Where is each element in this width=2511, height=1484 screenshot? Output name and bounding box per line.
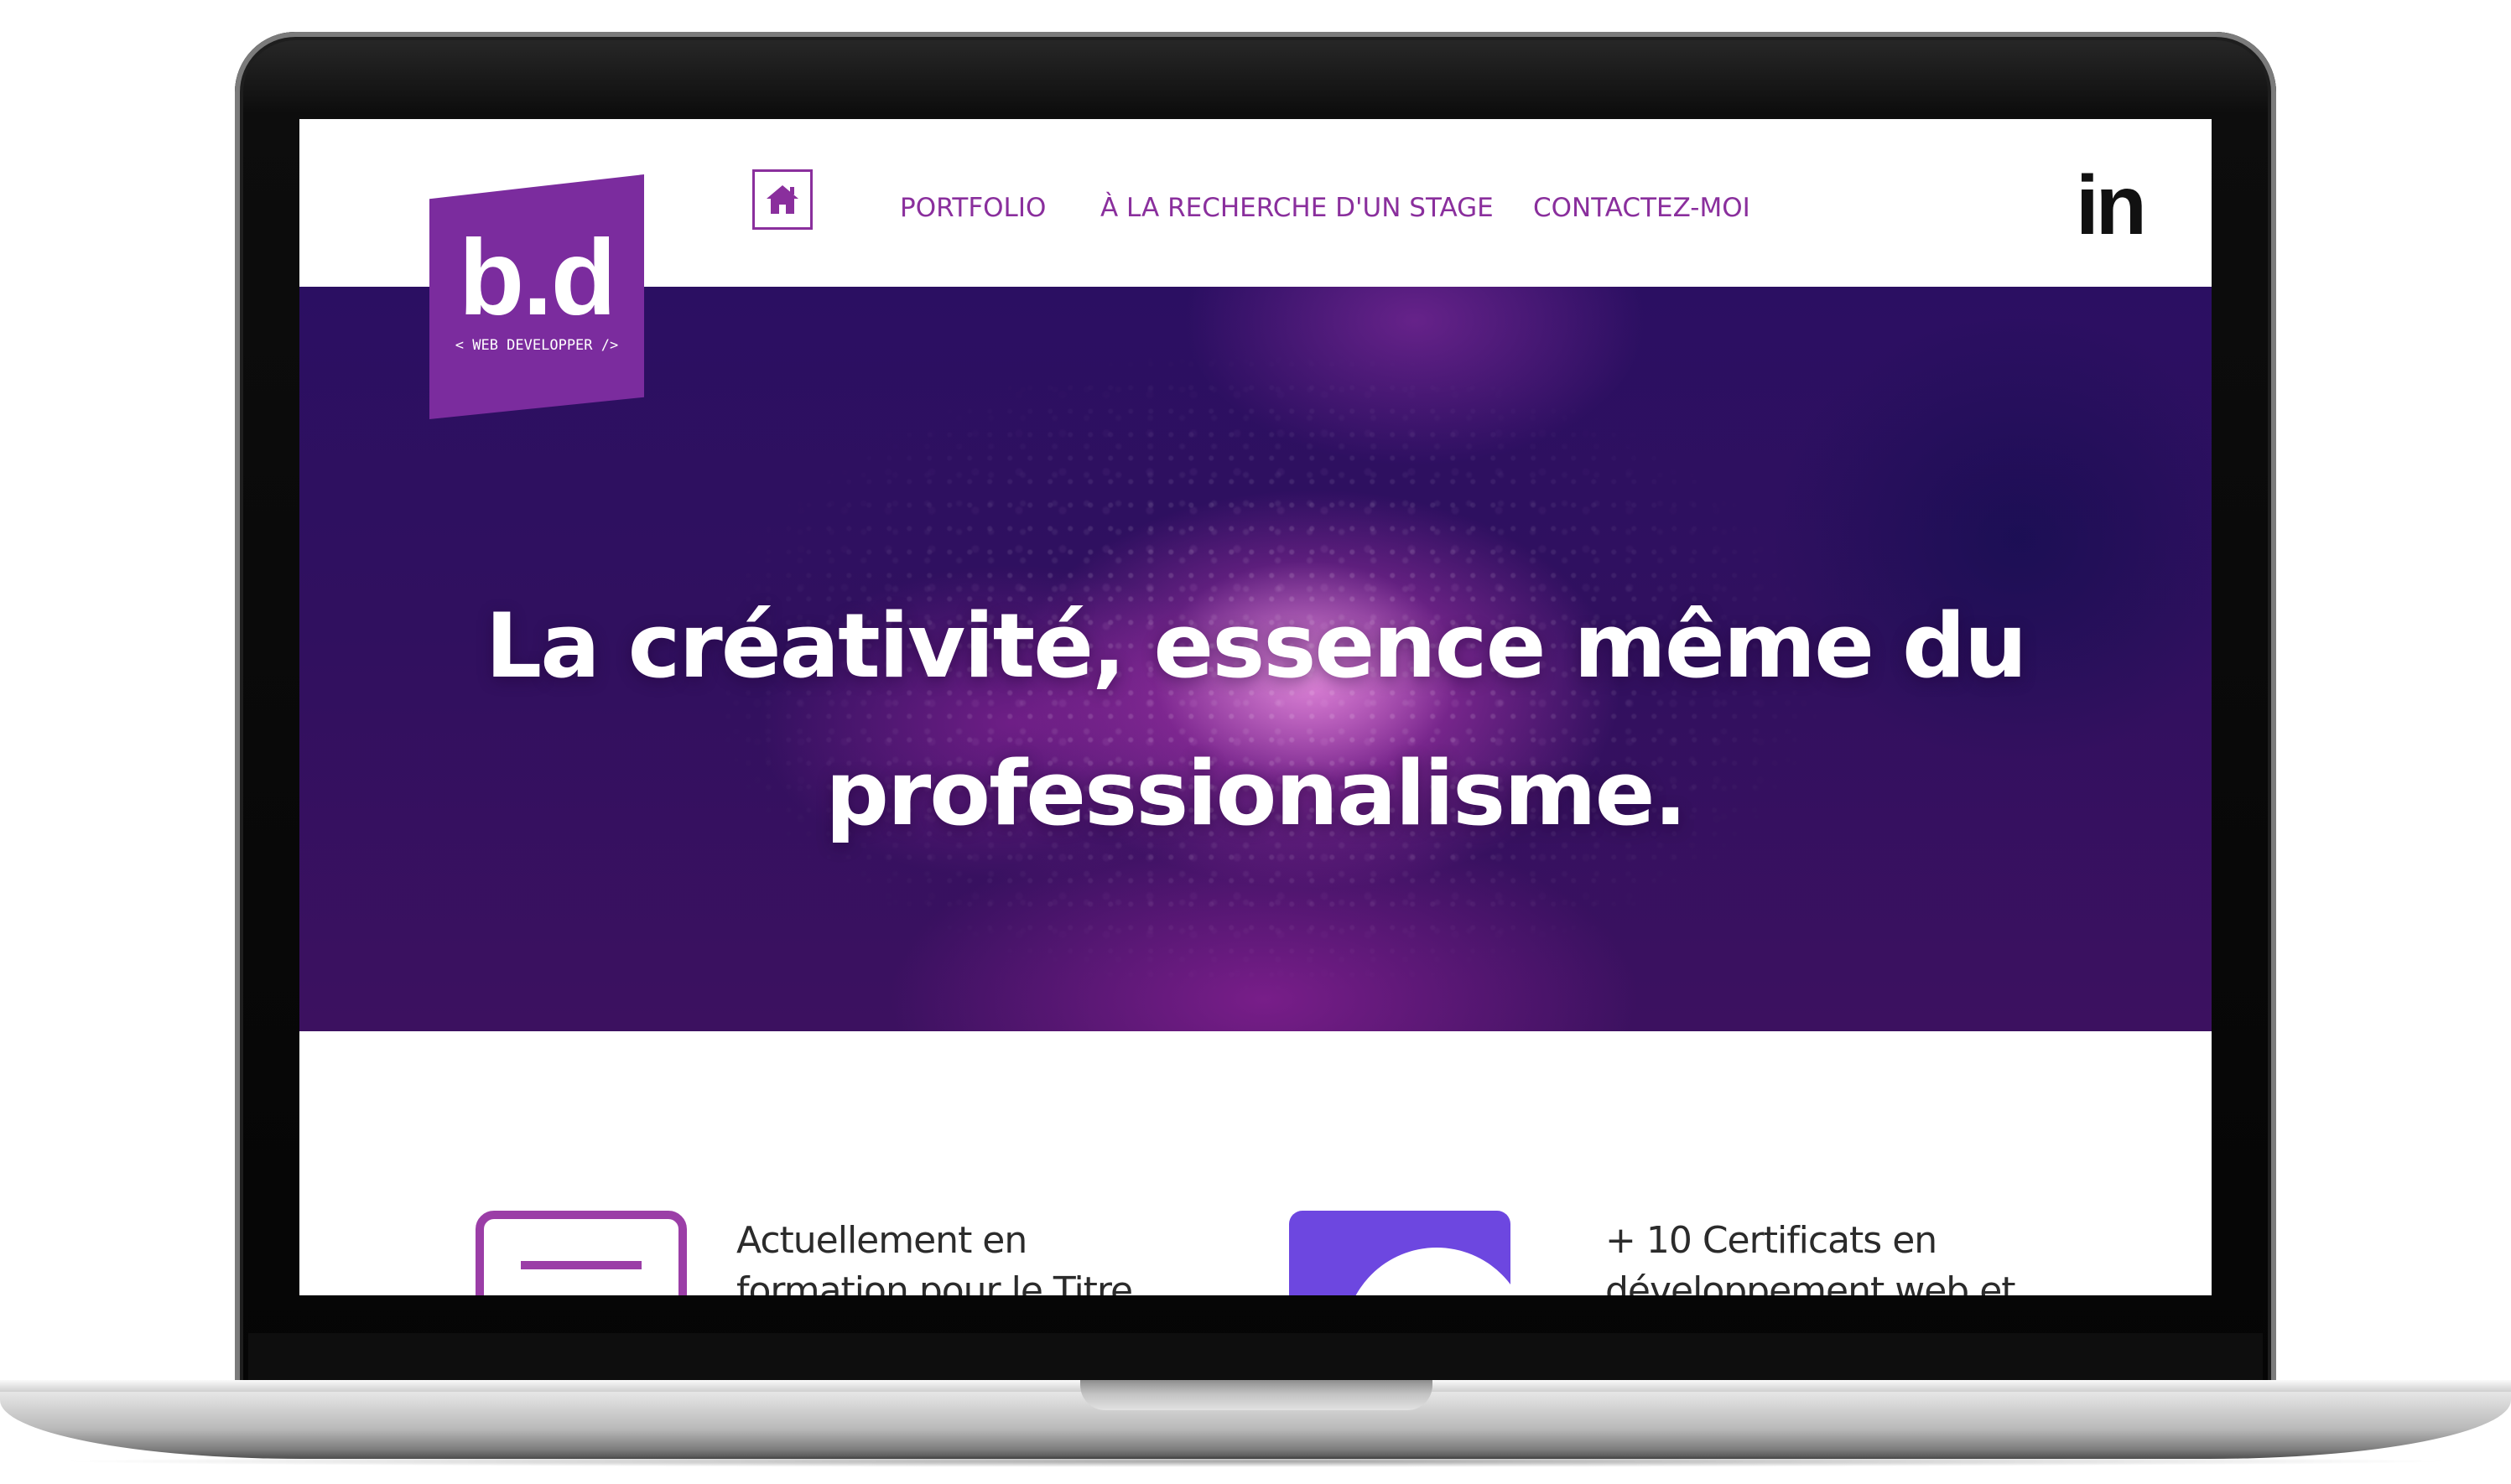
laptop-shadow	[50, 1455, 2461, 1467]
home-icon	[767, 185, 798, 214]
nav-portfolio[interactable]: PORTFOLIO	[900, 191, 1046, 225]
laptop-opening-notch	[1080, 1380, 1432, 1410]
brand-logo[interactable]: b.d < WEB DEVELOPPER />	[429, 174, 644, 419]
feature-training-text: Actuellement en formation pour le Titre	[736, 1216, 1172, 1295]
hero-title-line-2: professionalisme.	[825, 742, 1687, 846]
feature-certificates-line-1: + 10 Certificats en	[1605, 1219, 1937, 1262]
laptop-bezel-chin	[248, 1333, 2263, 1383]
nav-internship-search[interactable]: À LA RECHERCHE D'UN STAGE	[1100, 191, 1494, 225]
feature-training-line-1: Actuellement en	[736, 1219, 1027, 1262]
hero-title: La créativité, essence même du professio…	[299, 573, 2212, 868]
hero-title-line-1: La créativité, essence même du	[485, 594, 2028, 698]
feature-training-line-2: formation pour le Titre	[736, 1269, 1133, 1295]
certificate-icon	[1289, 1211, 1510, 1295]
linkedin-icon[interactable]: in	[2076, 159, 2147, 252]
feature-certificates-text: + 10 Certificats en développement web et	[1605, 1216, 2108, 1295]
feature-certificates-line-2: développement web et	[1605, 1269, 2016, 1295]
home-button[interactable]	[752, 169, 813, 230]
laptop-screen: PORTFOLIO À LA RECHERCHE D'UN STAGE CONT…	[299, 119, 2212, 1295]
laptop-mockup: PORTFOLIO À LA RECHERCHE D'UN STAGE CONT…	[0, 0, 2511, 1484]
nav-contact[interactable]: CONTACTEZ-MOI	[1533, 191, 1750, 225]
monitor-icon	[476, 1211, 687, 1295]
features-section: Actuellement en formation pour le Titre …	[299, 1031, 2212, 1295]
logo-tagline: < WEB DEVELOPPER />	[455, 337, 619, 354]
logo-mark: b.d	[459, 218, 616, 338]
